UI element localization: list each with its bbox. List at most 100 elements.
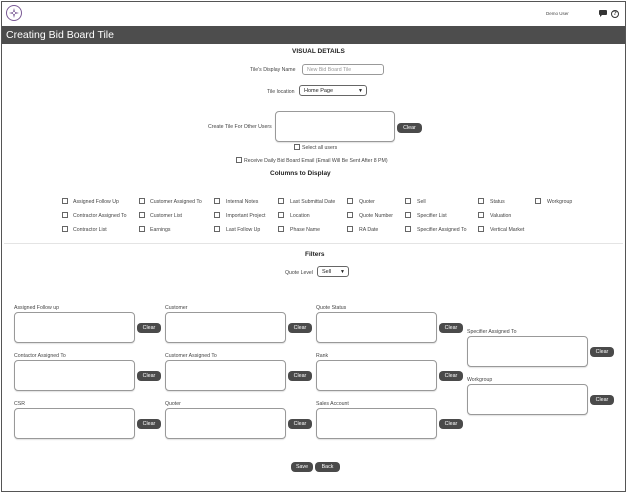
column-checkbox[interactable]: [139, 198, 145, 204]
quote-level-select[interactable]: Sell ▼: [317, 266, 349, 277]
column-checkbox[interactable]: [278, 198, 284, 204]
filter-label-specifier-assigned-to: Specifier Assigned To: [467, 329, 517, 335]
column-checkbox[interactable]: [139, 212, 145, 218]
filter-box-customer[interactable]: [165, 312, 286, 343]
quote-level-label: Quote Level: [285, 270, 313, 276]
select-all-users-label: Select all users: [302, 145, 338, 151]
column-label: Customer List: [150, 213, 182, 219]
filter-box-specifier-assigned-to[interactable]: [467, 336, 588, 367]
display-name-label: Tile's Display Name: [250, 67, 296, 73]
other-users-label: Create Tile For Other Users: [208, 124, 272, 130]
filter-label-quoter: Quoter: [165, 401, 181, 407]
filter-box-customer-assigned-to[interactable]: [165, 360, 286, 391]
column-label: Vertical Market: [490, 227, 525, 233]
filter-clear-button[interactable]: Clear: [439, 323, 463, 333]
display-name-input[interactable]: New Bid Board Tile: [302, 64, 384, 75]
filter-clear-button[interactable]: Clear: [439, 371, 463, 381]
column-checkbox[interactable]: [278, 212, 284, 218]
user-name[interactable]: Demo User: [546, 11, 569, 16]
daily-email-checkbox[interactable]: [236, 157, 242, 163]
column-checkbox[interactable]: [535, 198, 541, 204]
column-label: Phase Name: [290, 227, 320, 233]
filter-box-contactor-assigned-to[interactable]: [14, 360, 135, 391]
filter-clear-button[interactable]: Clear: [590, 395, 614, 405]
filter-label-sales-account: Sales Account: [316, 401, 349, 407]
company-logo[interactable]: [6, 5, 22, 21]
column-label: Quoter: [359, 199, 375, 205]
other-users-clear-button[interactable]: Clear: [397, 123, 422, 133]
filter-label-quote-status: Quote Status: [316, 305, 347, 311]
column-checkbox[interactable]: [62, 198, 68, 204]
filter-box-rank[interactable]: [316, 360, 437, 391]
tile-location-select[interactable]: Home Page ▼: [299, 85, 367, 96]
column-label: Status: [490, 199, 505, 205]
filter-box-workgroup[interactable]: [467, 384, 588, 415]
column-label: Location: [290, 213, 310, 219]
column-checkbox[interactable]: [62, 226, 68, 232]
filter-box-sales-account[interactable]: [316, 408, 437, 439]
tile-location-value: Home Page: [304, 88, 334, 94]
filter-clear-button[interactable]: Clear: [439, 419, 463, 429]
help-icon[interactable]: ?: [611, 10, 619, 18]
filter-clear-button[interactable]: Clear: [137, 371, 161, 381]
filter-box-quote-status[interactable]: [316, 312, 437, 343]
filter-clear-button[interactable]: Clear: [137, 419, 161, 429]
filters-heading: Filters: [305, 251, 325, 258]
column-label: RA Date: [359, 227, 379, 233]
back-button[interactable]: Back: [315, 462, 340, 472]
column-label: Last Submittal Date: [290, 199, 336, 205]
column-label: Valuation: [490, 213, 512, 219]
column-label: Internal Notes: [226, 199, 259, 205]
save-button[interactable]: Save: [291, 462, 313, 472]
columns-heading: Columns to Display: [270, 170, 331, 177]
filter-clear-button[interactable]: Clear: [288, 371, 312, 381]
chat-icon[interactable]: [599, 10, 607, 17]
column-checkbox[interactable]: [478, 212, 484, 218]
column-checkbox[interactable]: [478, 226, 484, 232]
filter-label-contactor-assigned-to: Contactor Assigned To: [14, 353, 66, 359]
filter-label-assigned-follow-up: Assigned Follow up: [14, 305, 59, 311]
filter-clear-button[interactable]: Clear: [590, 347, 614, 357]
page-title: Creating Bid Board Tile: [6, 29, 114, 41]
filter-clear-button[interactable]: Clear: [288, 419, 312, 429]
column-checkbox[interactable]: [347, 212, 353, 218]
page-title-bar: Creating Bid Board Tile: [2, 26, 625, 44]
column-label: Contractor Assigned To: [73, 213, 127, 219]
select-all-users-checkbox[interactable]: [294, 144, 300, 150]
column-checkbox[interactable]: [214, 198, 220, 204]
column-label: Quote Number: [359, 213, 394, 219]
column-checkbox[interactable]: [478, 198, 484, 204]
column-label: Workgroup: [547, 199, 573, 205]
column-checkbox[interactable]: [139, 226, 145, 232]
column-checkbox[interactable]: [347, 226, 353, 232]
visual-details-heading: VISUAL DETAILS: [292, 48, 345, 55]
column-label: Contractor List: [73, 227, 107, 233]
column-label: Earnings: [150, 227, 171, 233]
page-frame: Demo User ? Creating Bid Board Tile VISU…: [1, 1, 626, 492]
filter-label-customer: Customer: [165, 305, 188, 311]
filter-label-workgroup: Workgroup: [467, 377, 493, 383]
column-checkbox[interactable]: [278, 226, 284, 232]
column-label: Specifier List: [417, 213, 447, 219]
chevron-down-icon: ▼: [358, 88, 363, 94]
filter-clear-button[interactable]: Clear: [288, 323, 312, 333]
column-checkbox[interactable]: [347, 198, 353, 204]
filter-clear-button[interactable]: Clear: [137, 323, 161, 333]
filter-box-assigned-follow-up[interactable]: [14, 312, 135, 343]
column-label: Important Project: [226, 213, 266, 219]
top-bar: Demo User ?: [2, 2, 625, 26]
column-checkbox[interactable]: [405, 212, 411, 218]
column-label: Last Follow Up: [226, 227, 261, 233]
column-checkbox[interactable]: [405, 198, 411, 204]
column-label: Assigned Follow Up: [73, 199, 119, 205]
column-checkbox[interactable]: [405, 226, 411, 232]
column-checkbox[interactable]: [214, 212, 220, 218]
daily-email-label: Receive Daily Bid Board Email (Email Wil…: [244, 158, 388, 164]
other-users-box[interactable]: [275, 111, 395, 142]
filter-box-quoter[interactable]: [165, 408, 286, 439]
filter-box-csr[interactable]: [14, 408, 135, 439]
column-checkbox[interactable]: [214, 226, 220, 232]
column-label: Sell: [417, 199, 426, 205]
filter-label-csr: CSR: [14, 401, 25, 407]
column-checkbox[interactable]: [62, 212, 68, 218]
